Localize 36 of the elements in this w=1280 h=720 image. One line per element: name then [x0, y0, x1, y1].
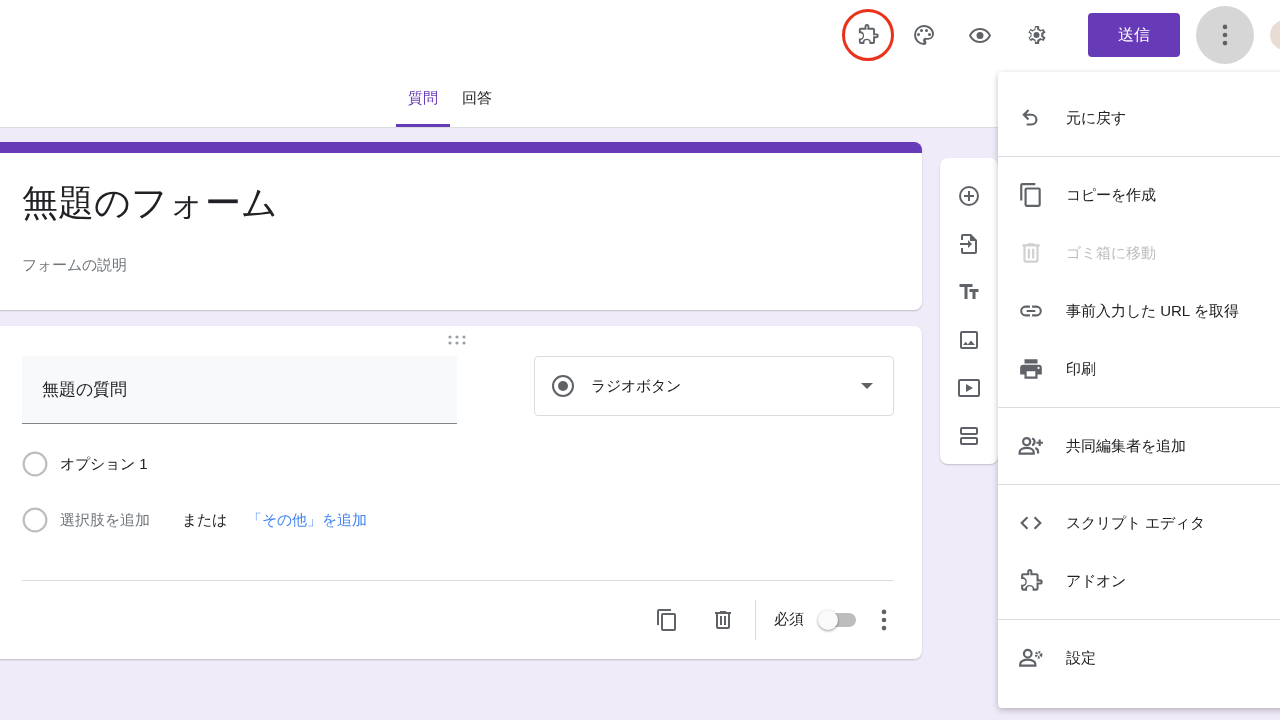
send-button[interactable]: 送信	[1088, 13, 1180, 57]
question-type-dropdown[interactable]: ラジオボタン	[534, 356, 894, 416]
caret-icon	[861, 383, 873, 389]
puzzle-icon	[1018, 568, 1044, 594]
tab[interactable]: 回答	[450, 69, 504, 127]
question-title-field[interactable]: 無題の質問	[22, 356, 457, 424]
image-icon	[957, 328, 981, 352]
video-icon	[957, 376, 981, 400]
menu-item[interactable]: 設定	[998, 629, 1280, 687]
radio-icon	[551, 374, 575, 398]
menu-item[interactable]: 共同編集者を追加	[998, 417, 1280, 475]
required-label: 必須	[774, 609, 804, 630]
more-icon	[881, 608, 887, 631]
more-icon	[1222, 24, 1228, 46]
radio-button[interactable]	[22, 451, 48, 477]
add-icon	[957, 184, 981, 208]
highlight-ring	[842, 9, 894, 61]
or-text: または	[182, 509, 227, 530]
menu-item[interactable]: アドオン	[998, 552, 1280, 610]
menu-item[interactable]: 事前入力した URL を取得	[998, 282, 1280, 340]
menu-item[interactable]: 元に戻す	[998, 89, 1280, 147]
drag-handle-icon[interactable]	[448, 335, 466, 345]
menu-item[interactable]: 印刷	[998, 340, 1280, 398]
menu-item[interactable]: スクリプト エディタ	[998, 494, 1280, 552]
option-label[interactable]: オプション 1	[60, 452, 148, 476]
print-icon	[1018, 356, 1044, 382]
puzzle-icon	[856, 23, 880, 47]
add-other-link[interactable]: 「その他」を追加	[247, 508, 367, 532]
tab[interactable]: 質問	[396, 69, 450, 127]
required-toggle[interactable]	[820, 612, 856, 627]
form-title: 無題のフォーム	[22, 181, 279, 225]
menu-item[interactable]: コピーを作成	[998, 166, 1280, 224]
copy-icon	[1018, 182, 1044, 208]
palette-icon	[912, 23, 936, 47]
section-icon	[957, 424, 981, 448]
copy-icon	[655, 607, 679, 632]
